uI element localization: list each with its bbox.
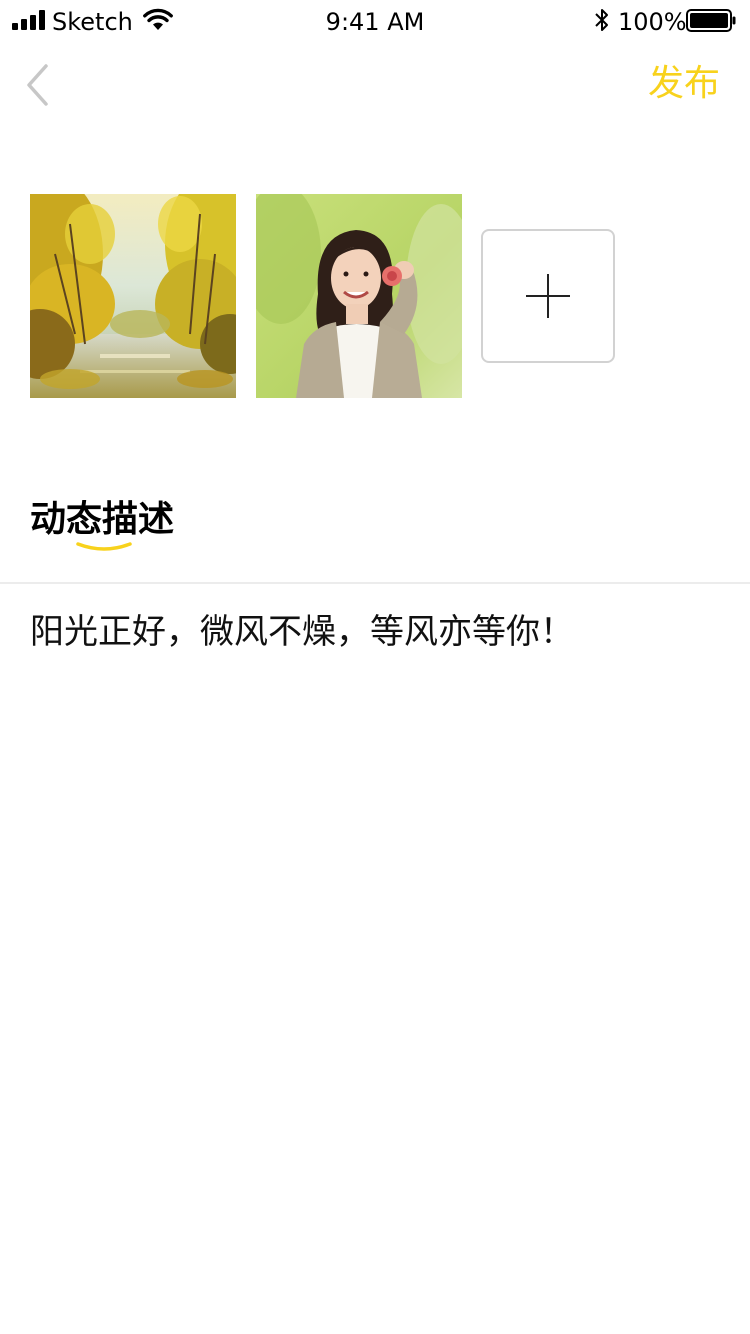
description-title: 动态描述 bbox=[30, 499, 175, 540]
photo-thumbnail-autumn-lake[interactable] bbox=[30, 194, 236, 398]
girl-portrait-image bbox=[256, 194, 462, 398]
section-divider bbox=[0, 582, 750, 584]
status-bar: Sketch 9:41 AM 100% bbox=[0, 0, 750, 44]
autumn-lake-image bbox=[30, 194, 236, 398]
plus-icon bbox=[526, 274, 570, 318]
add-photo-button[interactable] bbox=[481, 229, 615, 363]
title-underline-accent bbox=[76, 542, 132, 551]
publish-post-screen: Sketch 9:41 AM 100% 发布 动态描述 阳光正好，微风不燥，等风… bbox=[0, 0, 750, 1334]
description-text-input[interactable]: 阳光正好，微风不燥，等风亦等你！ bbox=[30, 608, 720, 656]
chevron-left-icon[interactable] bbox=[24, 62, 54, 108]
photo-thumbnail-girl-portrait[interactable] bbox=[256, 194, 462, 398]
bluetooth-icon bbox=[595, 9, 608, 31]
battery-percent: 100% bbox=[618, 8, 687, 36]
publish-button[interactable]: 发布 bbox=[648, 60, 720, 108]
battery-full-icon bbox=[686, 9, 736, 32]
